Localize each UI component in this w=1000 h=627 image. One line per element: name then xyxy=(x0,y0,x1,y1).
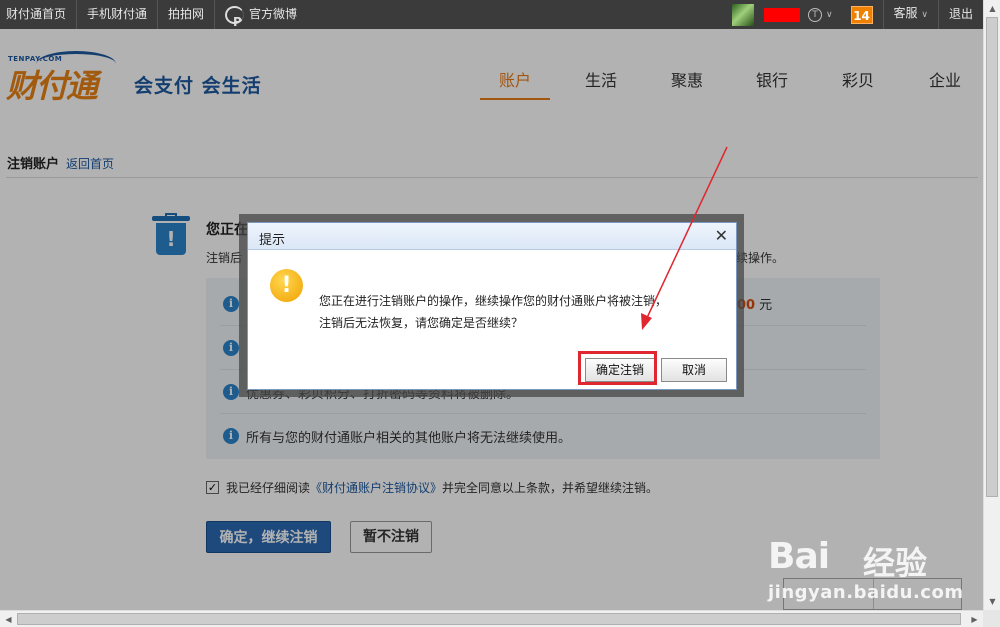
username-redacted[interactable] xyxy=(763,7,800,22)
logout-link[interactable]: 退出 xyxy=(939,0,983,29)
t-icon[interactable]: T xyxy=(807,7,822,22)
scroll-thumb-h[interactable] xyxy=(17,613,961,625)
scroll-down-icon[interactable]: ▼ xyxy=(984,593,1000,610)
scroll-thumb[interactable] xyxy=(986,17,998,497)
official-weibo-link[interactable]: P 官方微博 xyxy=(215,0,307,29)
confirm-dialog: 提示 ✕ ! 您正在进行注销账户的操作，继续操作您的财付通账户将被注销， 注销后… xyxy=(247,222,737,390)
top-bar: 财付通首页 手机财付通 拍拍网 P 官方微博 T ∨ 14 客服 ∨ 退出 xyxy=(0,0,983,29)
close-icon[interactable]: ✕ xyxy=(715,226,728,245)
dialog-header: 提示 ✕ xyxy=(248,223,736,250)
chevron-down-icon[interactable]: ∨ xyxy=(826,10,833,20)
warning-icon: ! xyxy=(270,269,303,302)
message-count-badge[interactable]: 14 xyxy=(850,5,873,24)
paipai-link[interactable]: 拍拍网 xyxy=(158,0,216,29)
tenpay-home-link[interactable]: 财付通首页 xyxy=(0,0,78,29)
dialog-message: 您正在进行注销账户的操作，继续操作您的财付通账户将被注销， 注销后无法恢复，请您… xyxy=(319,294,668,330)
scroll-up-icon[interactable]: ▲ xyxy=(984,0,1000,17)
horizontal-scrollbar[interactable]: ◀ ▶ xyxy=(0,610,983,627)
mobile-tenpay-link[interactable]: 手机财付通 xyxy=(77,0,159,29)
vertical-scrollbar[interactable]: ▲ ▼ xyxy=(983,0,1000,610)
scroll-left-icon[interactable]: ◀ xyxy=(0,611,17,627)
weibo-icon: P xyxy=(225,5,245,29)
scroll-right-icon[interactable]: ▶ xyxy=(966,611,983,627)
avatar[interactable] xyxy=(731,3,754,26)
dialog-cancel-button[interactable]: 取消 xyxy=(661,358,727,382)
dialog-title: 提示 xyxy=(259,233,286,248)
highlight-box xyxy=(578,351,657,385)
service-menu[interactable]: 客服 ∨ xyxy=(884,0,938,30)
